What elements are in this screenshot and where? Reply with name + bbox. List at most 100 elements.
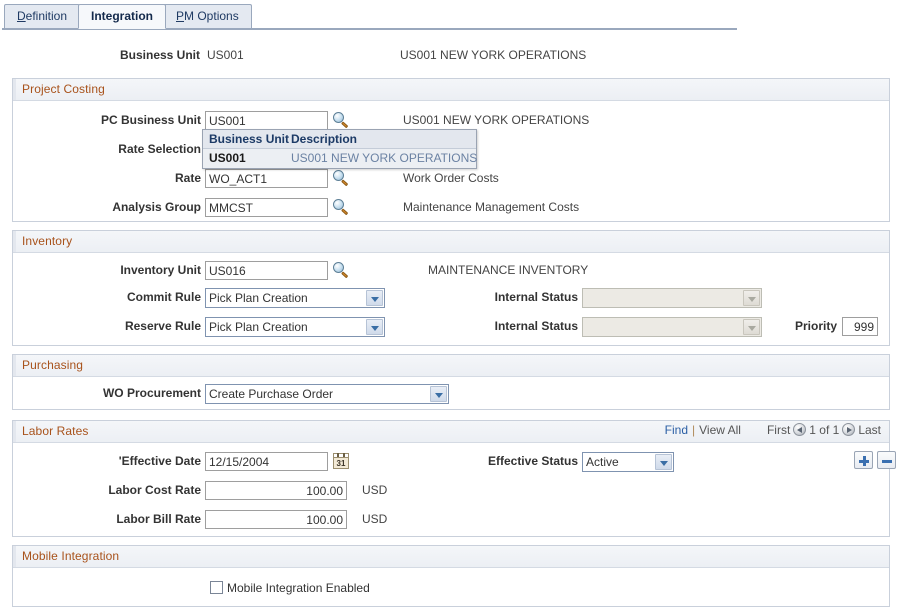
magnifier-handle xyxy=(341,179,348,186)
commit-rule-label: Commit Rule xyxy=(13,290,201,304)
magnifier-handle xyxy=(341,271,348,278)
group-purchasing: Purchasing WO Procurement Create Purchas… xyxy=(12,354,890,410)
pc-business-unit-label: PC Business Unit xyxy=(13,113,201,127)
reserve-rule-value: Pick Plan Creation xyxy=(209,320,308,334)
commit-internal-status-select xyxy=(582,288,762,308)
previous-row-icon[interactable] xyxy=(793,423,806,436)
calendar-icon[interactable]: 31 xyxy=(333,453,349,469)
rate-selection-label: Rate Selection xyxy=(13,142,201,156)
group-project-costing-title: Project Costing xyxy=(22,82,105,96)
find-link[interactable]: Find xyxy=(665,423,688,437)
delete-row-button[interactable] xyxy=(877,451,896,469)
effective-date-label: 'Effective Date xyxy=(13,454,201,468)
group-inventory-body: Inventory Unit MAINTENANCE INVENTORY Com… xyxy=(13,253,889,346)
mobile-integration-checkbox-label[interactable]: Mobile Integration Enabled xyxy=(227,581,370,595)
tab-integration[interactable]: Integration xyxy=(78,4,166,29)
group-inventory-header: Inventory xyxy=(13,231,889,253)
magnifier-handle xyxy=(341,121,348,128)
effective-date-input[interactable] xyxy=(205,452,328,471)
prompt-col-description-header: Description xyxy=(291,132,357,146)
analysis-group-input[interactable] xyxy=(205,198,328,217)
pc-business-unit-input[interactable] xyxy=(205,111,328,130)
labor-bill-rate-currency: USD xyxy=(362,512,387,526)
chevron-down-icon xyxy=(655,454,672,470)
pc-business-unit-description: US001 NEW YORK OPERATIONS xyxy=(403,113,589,127)
inventory-unit-label: Inventory Unit xyxy=(13,263,201,277)
magnifier-handle xyxy=(341,208,348,215)
add-row-button[interactable] xyxy=(854,451,873,469)
analysis-group-lookup-icon[interactable] xyxy=(333,199,350,216)
wo-procurement-select[interactable]: Create Purchase Order xyxy=(205,384,449,404)
labor-bill-rate-input[interactable] xyxy=(205,510,347,529)
group-accent-bar xyxy=(13,421,16,442)
chevron-down-icon xyxy=(366,290,383,306)
rate-lookup-icon[interactable] xyxy=(333,170,350,187)
first-label[interactable]: First xyxy=(767,423,790,437)
effective-status-label: Effective Status xyxy=(403,454,578,468)
prompt-col-business-unit-header: Business Unit xyxy=(209,132,289,146)
analysis-group-description: Maintenance Management Costs xyxy=(403,200,579,214)
group-mobile-integration-body: Mobile Integration Enabled xyxy=(13,568,889,607)
calendar-day: 31 xyxy=(334,458,348,469)
tab-pm-options-label: M Options xyxy=(184,9,239,23)
effective-status-value: Active xyxy=(586,455,619,469)
tab-definition-accel: D xyxy=(17,9,26,23)
group-accent-bar xyxy=(13,79,16,100)
reserve-internal-status-label: Internal Status xyxy=(403,319,578,333)
reserve-internal-status-select xyxy=(582,317,762,337)
nav-separator: | xyxy=(692,423,695,437)
rate-description: Work Order Costs xyxy=(403,171,499,185)
grid-navigation: Find | View All First 1 of 1 Last xyxy=(665,423,881,441)
group-mobile-integration-header: Mobile Integration xyxy=(13,546,889,568)
labor-cost-rate-input[interactable] xyxy=(205,481,347,500)
group-labor-rates: Labor Rates Find | View All First 1 of 1 Last… xyxy=(12,420,890,537)
mobile-integration-checkbox[interactable] xyxy=(210,581,223,594)
group-project-costing-header: Project Costing xyxy=(13,79,889,101)
labor-bill-rate-label: Labor Bill Rate xyxy=(13,512,201,526)
group-inventory-title: Inventory xyxy=(22,234,72,248)
group-accent-bar xyxy=(13,355,16,376)
group-purchasing-header: Purchasing xyxy=(13,355,889,377)
row-position-label: 1 of 1 xyxy=(809,423,839,437)
group-purchasing-body: WO Procurement Create Purchase Order xyxy=(13,377,889,410)
labor-cost-rate-label: Labor Cost Rate xyxy=(13,483,201,497)
last-label[interactable]: Last xyxy=(858,423,881,437)
commit-rule-value: Pick Plan Creation xyxy=(209,291,308,305)
labor-cost-rate-currency: USD xyxy=(362,483,387,497)
prompt-row-description: US001 NEW YORK OPERATIONS xyxy=(291,151,477,165)
view-all-link[interactable]: View All xyxy=(699,423,741,437)
reserve-rule-select[interactable]: Pick Plan Creation xyxy=(205,317,385,337)
tab-pm-options-accel: P xyxy=(176,9,184,23)
business-unit-description: US001 NEW YORK OPERATIONS xyxy=(400,48,586,62)
tab-definition-label: efinition xyxy=(26,9,67,23)
business-unit-prompt-overlay[interactable]: Business Unit Description US001 US001 NE… xyxy=(202,129,477,169)
rate-input[interactable] xyxy=(205,169,328,188)
commit-rule-select[interactable]: Pick Plan Creation xyxy=(205,288,385,308)
inventory-unit-description: MAINTENANCE INVENTORY xyxy=(428,263,588,277)
prompt-overlay-header: Business Unit Description xyxy=(203,130,476,149)
effective-status-select[interactable]: Active xyxy=(582,452,674,472)
group-labor-rates-header: Labor Rates Find | View All First 1 of 1 Last xyxy=(13,421,889,443)
priority-input[interactable] xyxy=(842,317,878,336)
inventory-unit-lookup-icon[interactable] xyxy=(333,262,350,279)
chevron-down-icon xyxy=(366,319,383,335)
commit-internal-status-label: Internal Status xyxy=(403,290,578,304)
wo-procurement-label: WO Procurement xyxy=(13,386,201,400)
inventory-unit-input[interactable] xyxy=(205,261,328,280)
rate-label: Rate xyxy=(13,171,201,185)
business-unit-label: Business Unit xyxy=(0,48,200,62)
group-purchasing-title: Purchasing xyxy=(22,358,83,372)
page-root: Definition Integration PM Options Busine… xyxy=(0,0,902,611)
group-labor-rates-title: Labor Rates xyxy=(22,424,88,438)
tab-pm-options[interactable]: PM Options xyxy=(163,4,252,28)
chevron-down-icon xyxy=(743,319,760,335)
tab-definition[interactable]: Definition xyxy=(4,4,80,28)
prompt-overlay-row[interactable]: US001 US001 NEW YORK OPERATIONS xyxy=(203,149,476,168)
tab-strip: Definition Integration PM Options xyxy=(0,4,902,30)
next-row-icon[interactable] xyxy=(842,423,855,436)
pc-business-unit-lookup-icon[interactable] xyxy=(333,112,350,129)
group-accent-bar xyxy=(13,231,16,252)
group-mobile-integration: Mobile Integration Mobile Integration En… xyxy=(12,545,890,607)
group-labor-rates-body: 'Effective Date 31 Effective Status Acti… xyxy=(13,443,889,537)
business-unit-header: Business Unit US001 US001 NEW YORK OPERA… xyxy=(0,48,902,68)
